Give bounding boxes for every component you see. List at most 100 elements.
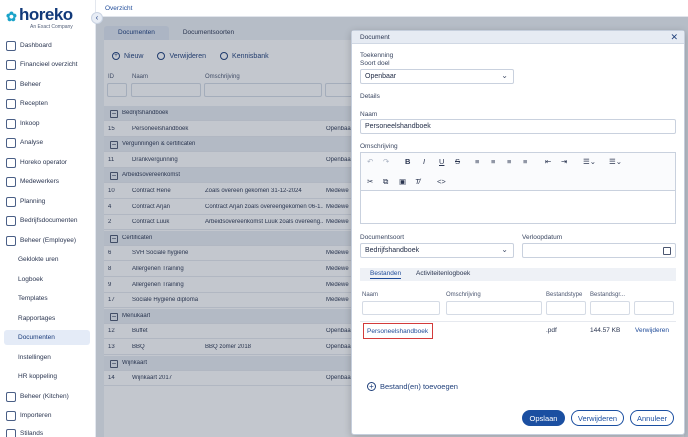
target-type-label: Soort doel: [360, 60, 390, 67]
paste-icon[interactable]: ▣: [399, 177, 406, 186]
documents-icon: [6, 215, 16, 226]
align-justify-icon[interactable]: ≡: [523, 157, 527, 166]
tab-bestanden[interactable]: Bestanden: [370, 270, 402, 279]
copy-icon[interactable]: ⧉: [383, 177, 388, 187]
plus-circle-icon: +: [367, 382, 376, 391]
chart-icon: [6, 137, 16, 148]
sidebar-item-hr-koppeling[interactable]: HR koppeling: [4, 369, 90, 384]
bold-icon[interactable]: B: [405, 157, 410, 166]
files-filter-extra[interactable]: [634, 301, 674, 315]
close-icon[interactable]: ✕: [670, 32, 678, 43]
breadcrumb[interactable]: Overzicht: [105, 5, 132, 12]
sidebar-item-medewerkers[interactable]: Medewerkers: [4, 174, 90, 189]
undo-icon[interactable]: ↶: [367, 157, 373, 166]
source-code-icon[interactable]: <>: [437, 177, 446, 186]
indent-icon[interactable]: ⇥: [561, 157, 567, 166]
underline-icon[interactable]: U: [439, 157, 444, 166]
file-type: .pdf: [546, 327, 557, 334]
editor-toolbar: ↶ ↷ B I U S ≡ ≡ ≡ ≡ ⇤ ⇥ ☰⌄ ☰⌄ ✂ ⧉ ▣ T̸ <…: [360, 152, 676, 190]
strikethrough-icon[interactable]: S: [455, 157, 460, 166]
files-filter-description[interactable]: [446, 301, 542, 315]
sidebar-item-documenten[interactable]: Documenten: [4, 330, 90, 345]
target-type-select[interactable]: Openbaar ⌄: [360, 69, 514, 84]
align-left-icon[interactable]: ≡: [475, 157, 479, 166]
cart-icon: [6, 118, 16, 129]
employees-icon: [6, 176, 16, 187]
name-label: Naam: [360, 111, 378, 118]
save-button[interactable]: Opslaan: [522, 410, 565, 426]
files-col-size[interactable]: Bestandsgr...: [590, 292, 625, 298]
sidebar-item-geklokte-uren[interactable]: Geklokte uren: [4, 252, 90, 267]
file-row: Personeelshandboek .pdf 144.57 KB Verwij…: [360, 321, 676, 376]
files-col-name[interactable]: Naam: [362, 292, 378, 298]
cancel-button[interactable]: Annuleer: [630, 410, 674, 426]
numbered-list-icon[interactable]: ☰⌄: [609, 157, 622, 166]
files-filter-name[interactable]: [362, 301, 440, 315]
sidebar-item-financieel-overzicht[interactable]: Financieel overzicht: [4, 57, 90, 72]
sidebar-item-planning[interactable]: Planning: [4, 194, 90, 209]
doctype-label: Documentsoort: [360, 234, 405, 241]
files-filter-size[interactable]: [590, 301, 630, 315]
add-files-button[interactable]: + Bestand(en) toevoegen: [367, 382, 458, 391]
redo-icon[interactable]: ↷: [383, 157, 389, 166]
expiry-label: Verloopdatum: [522, 234, 563, 241]
operator-icon: [6, 157, 16, 168]
align-center-icon[interactable]: ≡: [491, 157, 495, 166]
sidebar-item-stilands[interactable]: Stilands: [4, 426, 90, 437]
sidebar-item-beheer-kitchen[interactable]: Beheer (Kitchen): [4, 389, 90, 404]
sidebar-item-templates[interactable]: Templates: [4, 291, 90, 306]
sidebar-item-recepten[interactable]: Recepten: [4, 96, 90, 111]
section-toekenning: Toekenning: [360, 52, 394, 59]
collapse-sidebar-chevron-icon[interactable]: ‹: [91, 12, 103, 24]
sidebar-item-bedrijfsdocumenten[interactable]: Bedrijfsdocumenten: [4, 213, 90, 228]
outdent-icon[interactable]: ⇤: [545, 157, 551, 166]
clear-format-icon[interactable]: T̸: [415, 177, 420, 186]
import-icon: [6, 410, 16, 421]
delete-document-button[interactable]: Verwijderen: [571, 410, 624, 426]
sidebar-item-importeren[interactable]: Importeren: [4, 408, 90, 423]
logo-mark-icon: ✿: [6, 9, 17, 24]
file-name-link[interactable]: Personeelshandboek: [363, 323, 433, 339]
calendar-icon[interactable]: [663, 247, 671, 255]
dialog-title: Document: [360, 34, 390, 41]
sidebar-item-beheer-employee[interactable]: Beheer (Employee): [4, 233, 90, 248]
people-icon: [6, 235, 16, 246]
cut-icon[interactable]: ✂: [367, 177, 373, 186]
files-col-type[interactable]: Bestandstype: [546, 292, 582, 298]
sidebar-item-rapportages[interactable]: Rapportages: [4, 311, 90, 326]
file-delete-link[interactable]: Verwijderen: [635, 327, 669, 334]
sidebar-item-instellingen[interactable]: Instellingen: [4, 350, 90, 365]
dialog-header: Document ✕: [352, 31, 684, 44]
brand-logo[interactable]: ✿ horeko An Exact Company: [6, 5, 92, 31]
section-details: Details: [360, 93, 380, 100]
expiry-date-input[interactable]: [522, 243, 676, 258]
tab-activiteitenlogboek[interactable]: Activiteitenlogboek: [416, 270, 470, 277]
files-col-description[interactable]: Omschrijving: [446, 292, 481, 298]
chevron-down-icon: ⌄: [501, 245, 508, 254]
topbar: Overzicht: [96, 0, 688, 17]
sidebar: ✿ horeko An Exact Company Dashboard Fina…: [0, 0, 96, 437]
doctype-select[interactable]: Bedrijfshandboek ⌄: [360, 243, 514, 258]
name-input[interactable]: Personeelshandboek: [360, 119, 676, 134]
sidebar-item-beheer[interactable]: Beheer: [4, 77, 90, 92]
files-filter-type[interactable]: [546, 301, 586, 315]
sidebar-item-logboek[interactable]: Logboek: [4, 272, 90, 287]
calendar-icon: [6, 196, 16, 207]
brand-name: horeko: [19, 5, 73, 24]
description-editor[interactable]: [360, 190, 676, 224]
sidebar-item-analyse[interactable]: Analyse: [4, 135, 90, 150]
settings-icon: [6, 428, 16, 437]
chevron-down-icon: ⌄: [501, 71, 508, 80]
people-icon: [6, 79, 16, 90]
finance-icon: [6, 59, 16, 70]
brand-subtitle: An Exact Company: [30, 24, 73, 30]
sidebar-item-horeko-operator[interactable]: Horeko operator: [4, 155, 90, 170]
align-right-icon[interactable]: ≡: [507, 157, 511, 166]
sidebar-item-dashboard[interactable]: Dashboard: [4, 38, 90, 53]
bullet-list-icon[interactable]: ☰⌄: [583, 157, 596, 166]
italic-icon[interactable]: I: [423, 157, 425, 166]
description-label: Omschrijving: [360, 143, 398, 150]
sidebar-item-inkoop[interactable]: Inkoop: [4, 116, 90, 131]
document-dialog: Document ✕ Toekenning Soort doel Openbaa…: [351, 30, 685, 435]
dashboard-icon: [6, 40, 16, 51]
